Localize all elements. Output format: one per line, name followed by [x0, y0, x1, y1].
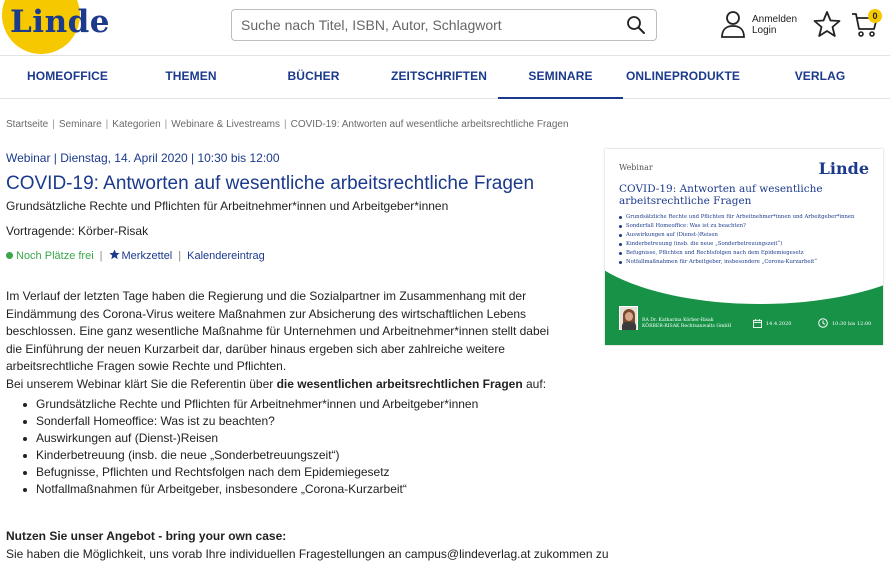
- nav-verlag[interactable]: VERLAG: [743, 57, 890, 99]
- list-item: Befugnisse, Pflichten und Rechtsfolgen n…: [619, 249, 854, 258]
- clock-icon: [818, 318, 828, 328]
- nav-themen[interactable]: THEMEN: [135, 57, 247, 99]
- watchlist-label: Merkzettel: [121, 250, 173, 262]
- breadcrumb-seminare[interactable]: Seminare: [59, 119, 102, 130]
- availability-dot-icon: [6, 252, 13, 259]
- list-item: Auswirkungen auf (Dienst-)Reisen: [619, 231, 854, 240]
- page-subtitle: Grundsätzliche Rechte und Pflichten für …: [6, 199, 449, 213]
- breadcrumb-separator: |: [105, 119, 109, 130]
- card-topic-list: Grundsätzliche Rechte und Pflichten für …: [619, 213, 854, 268]
- breadcrumb-startseite[interactable]: Startseite: [6, 119, 48, 130]
- list-item: Kinderbetreuung (insb. die neue „Sonderb…: [619, 240, 854, 249]
- description-paragraph: Im Verlauf der letzten Tage haben die Re…: [6, 289, 549, 373]
- speaker: Vortragende: Körber-Risak: [6, 224, 149, 238]
- webinar-card-image[interactable]: Webinar Linde COVID-19: Antworten auf we…: [605, 149, 883, 345]
- intro-before: Bei unserem Webinar klärt Sie die Refere…: [6, 377, 277, 391]
- breadcrumb-separator: |: [52, 119, 55, 130]
- star-filled-icon: [108, 249, 120, 260]
- search-icon[interactable]: [626, 15, 646, 35]
- breadcrumb: Startseite | Seminare | Kategorien | Webinare …: [6, 119, 569, 130]
- speaker-photo: [619, 306, 638, 330]
- nav-seminare[interactable]: SEMINARE: [498, 57, 623, 99]
- search-input[interactable]: [241, 10, 621, 40]
- card-date: 14.4.2020: [766, 321, 792, 327]
- star-icon[interactable]: [813, 10, 841, 38]
- photo-face: [625, 312, 633, 321]
- card-title: COVID-19: Antworten auf wesentliche arbe…: [619, 183, 823, 207]
- page-title: COVID-19: Antworten auf wesentliche arbe…: [6, 173, 535, 194]
- list-item: Grundsätzliche Rechte und Pflichten für …: [619, 213, 854, 222]
- list-item: Notfallmaßnahmen für Arbeitgeber, insbes…: [6, 481, 478, 498]
- user-icon[interactable]: [720, 10, 746, 38]
- breadcrumb-separator: |: [164, 119, 168, 130]
- photo-shirt: [622, 322, 636, 330]
- offer-heading: Nutzen Sie unser Angebot - bring your ow…: [6, 529, 287, 543]
- breadcrumb-kategorien[interactable]: Kategorien: [112, 119, 160, 130]
- separator: |: [178, 250, 182, 262]
- nav-buecher[interactable]: BÜCHER: [247, 57, 380, 99]
- breadcrumb-separator: |: [284, 119, 287, 130]
- watchlist-link[interactable]: Merkzettel: [108, 249, 173, 262]
- site-header: Linde Anmelden Login 0: [0, 0, 890, 56]
- availability-status: Noch Plätze frei: [16, 250, 94, 262]
- card-label: Webinar: [619, 163, 653, 172]
- separator: |: [99, 250, 103, 262]
- cart-count-badge: 0: [868, 9, 882, 23]
- site-logo[interactable]: Linde: [10, 4, 110, 40]
- list-item: Auswirkungen auf (Dienst-)Reisen: [6, 430, 478, 447]
- calendar-entry-link[interactable]: Kalendereintrag: [187, 250, 265, 262]
- topic-list: Grundsätzliche Rechte und Pflichten für …: [6, 396, 478, 498]
- card-time: 10:30 bis 12:00: [832, 321, 872, 327]
- main-nav: HOMEOFFICE THEMEN BÜCHER ZEITSCHRIFTEN S…: [0, 57, 890, 99]
- nav-zeitschriften[interactable]: ZEITSCHRIFTEN: [380, 57, 498, 99]
- search-box[interactable]: [231, 9, 657, 41]
- list-item: Notfallmaßnahmen für Arbeitgeber, insbes…: [619, 258, 854, 267]
- list-item: Sonderfall Homeoffice: Was ist zu beacht…: [6, 413, 478, 430]
- list-item: Befugnisse, Pflichten und Rechtsfolgen n…: [6, 464, 478, 481]
- login-label-en: Login: [752, 25, 777, 36]
- intro-after: auf:: [522, 377, 547, 391]
- nav-homeoffice[interactable]: HOMEOFFICE: [0, 57, 135, 99]
- intro-text: Bei unserem Webinar klärt Sie die Refere…: [6, 377, 546, 391]
- login-label-de: Anmelden: [752, 14, 798, 25]
- list-item: Kinderbetreuung (insb. die neue „Sonderb…: [6, 447, 478, 464]
- card-speaker: RA Dr. Katharina Körber-Risak KÖRBER-RIS…: [642, 318, 731, 330]
- breadcrumb-webinare[interactable]: Webinare & Livestreams: [171, 119, 280, 130]
- list-item: Sonderfall Homeoffice: Was ist zu beacht…: [619, 222, 854, 231]
- list-item: Grundsätzliche Rechte und Pflichten für …: [6, 396, 478, 413]
- calendar-icon: [753, 319, 762, 328]
- card-speaker-firm: KÖRBER-RISAK Rechtsanwalts GmbH: [642, 324, 732, 329]
- login-link[interactable]: Anmelden Login: [752, 14, 797, 36]
- card-logo: Linde: [818, 159, 869, 178]
- event-actions: Noch Plätze frei | Merkzettel | Kalendereint…: [6, 249, 265, 262]
- nav-onlineprodukte[interactable]: ONLINEPRODUKTE: [623, 57, 743, 99]
- breadcrumb-current: COVID-19: Antworten auf wesentliche arbe…: [290, 119, 569, 130]
- event-meta: Webinar | Dienstag, 14. April 2020 | 10:…: [6, 151, 280, 165]
- offer-text: Sie haben die Möglichkeit, uns vorab Ihr…: [6, 547, 609, 561]
- intro-bold: die wesentlichen arbeitsrechtlichen Frag…: [276, 377, 523, 391]
